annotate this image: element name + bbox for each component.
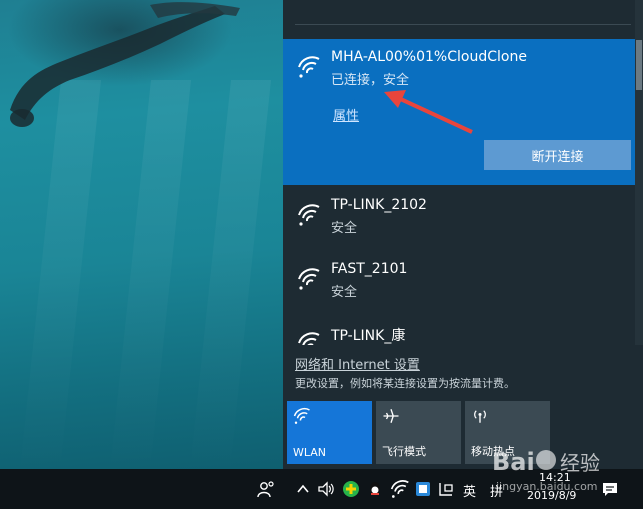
network-ssid: TP-LINK_2102: [331, 197, 427, 213]
wifi-icon: [298, 56, 320, 78]
chevron-up-icon[interactable]: [293, 479, 313, 499]
light-ray: [18, 80, 102, 480]
wifi-icon: [298, 268, 320, 290]
light-ray: [188, 80, 272, 480]
speaker-icon[interactable]: [316, 479, 336, 499]
input-language[interactable]: 英: [463, 481, 476, 500]
tile-label: 移动热点: [471, 445, 515, 458]
tile-airplane-mode[interactable]: 飞行模式: [376, 401, 461, 464]
tray-app-icon[interactable]: [413, 479, 433, 499]
network-ssid: FAST_2101: [331, 261, 408, 277]
desktop-wallpaper: [0, 0, 283, 480]
disconnect-button[interactable]: 断开连接: [484, 140, 631, 170]
divider: [295, 24, 631, 25]
tile-label: WLAN: [293, 446, 327, 459]
notification-icon[interactable]: [600, 479, 620, 499]
tile-mobile-hotspot[interactable]: 移动热点: [465, 401, 550, 464]
network-item[interactable]: TP-LINK_2102 安全: [283, 189, 635, 253]
app-tray-icon[interactable]: [341, 479, 361, 499]
tile-label: 飞行模式: [382, 445, 426, 458]
properties-link[interactable]: 属性: [333, 105, 359, 124]
network-settings-link[interactable]: 网络和 Internet 设置: [295, 354, 420, 373]
network-item[interactable]: TP-LINK_康: [283, 317, 635, 345]
wifi-icon: [298, 332, 320, 345]
hotspot-icon: [474, 410, 486, 423]
ime-indicator[interactable]: 拼: [490, 481, 503, 500]
network-flyout: MHA-AL00%01%CloudClone 已连接，安全 属性 断开连接 TP…: [283, 0, 643, 469]
scrollbar[interactable]: [635, 0, 643, 345]
wifi-icon: [298, 204, 320, 226]
clock-time[interactable]: 14:21: [539, 471, 571, 484]
tile-wlan[interactable]: WLAN: [287, 401, 372, 464]
swimmer-image: [10, 2, 240, 127]
qq-icon[interactable]: [365, 479, 385, 499]
network-status: 安全: [331, 285, 358, 300]
wifi-icon: [293, 407, 310, 424]
people-icon[interactable]: [256, 479, 276, 499]
network-item[interactable]: FAST_2101 安全: [283, 253, 635, 317]
scrollbar-thumb[interactable]: [636, 40, 642, 90]
wifi-icon[interactable]: [390, 479, 410, 499]
network-ssid: TP-LINK_康: [331, 328, 406, 344]
airplane-icon: [383, 409, 399, 423]
network-status: 已连接，安全: [331, 73, 410, 88]
keyboard-mode-icon[interactable]: [436, 479, 456, 499]
network-item-connected[interactable]: MHA-AL00%01%CloudClone 已连接，安全 属性 断开连接: [283, 39, 635, 185]
network-status: 安全: [331, 221, 358, 236]
network-ssid: MHA-AL00%01%CloudClone: [331, 49, 527, 65]
clock-date[interactable]: 2019/8/9: [527, 489, 576, 502]
light-ray: [108, 80, 192, 480]
settings-description: 更改设置，例如将某连接设置为按流量计费。: [295, 377, 515, 390]
